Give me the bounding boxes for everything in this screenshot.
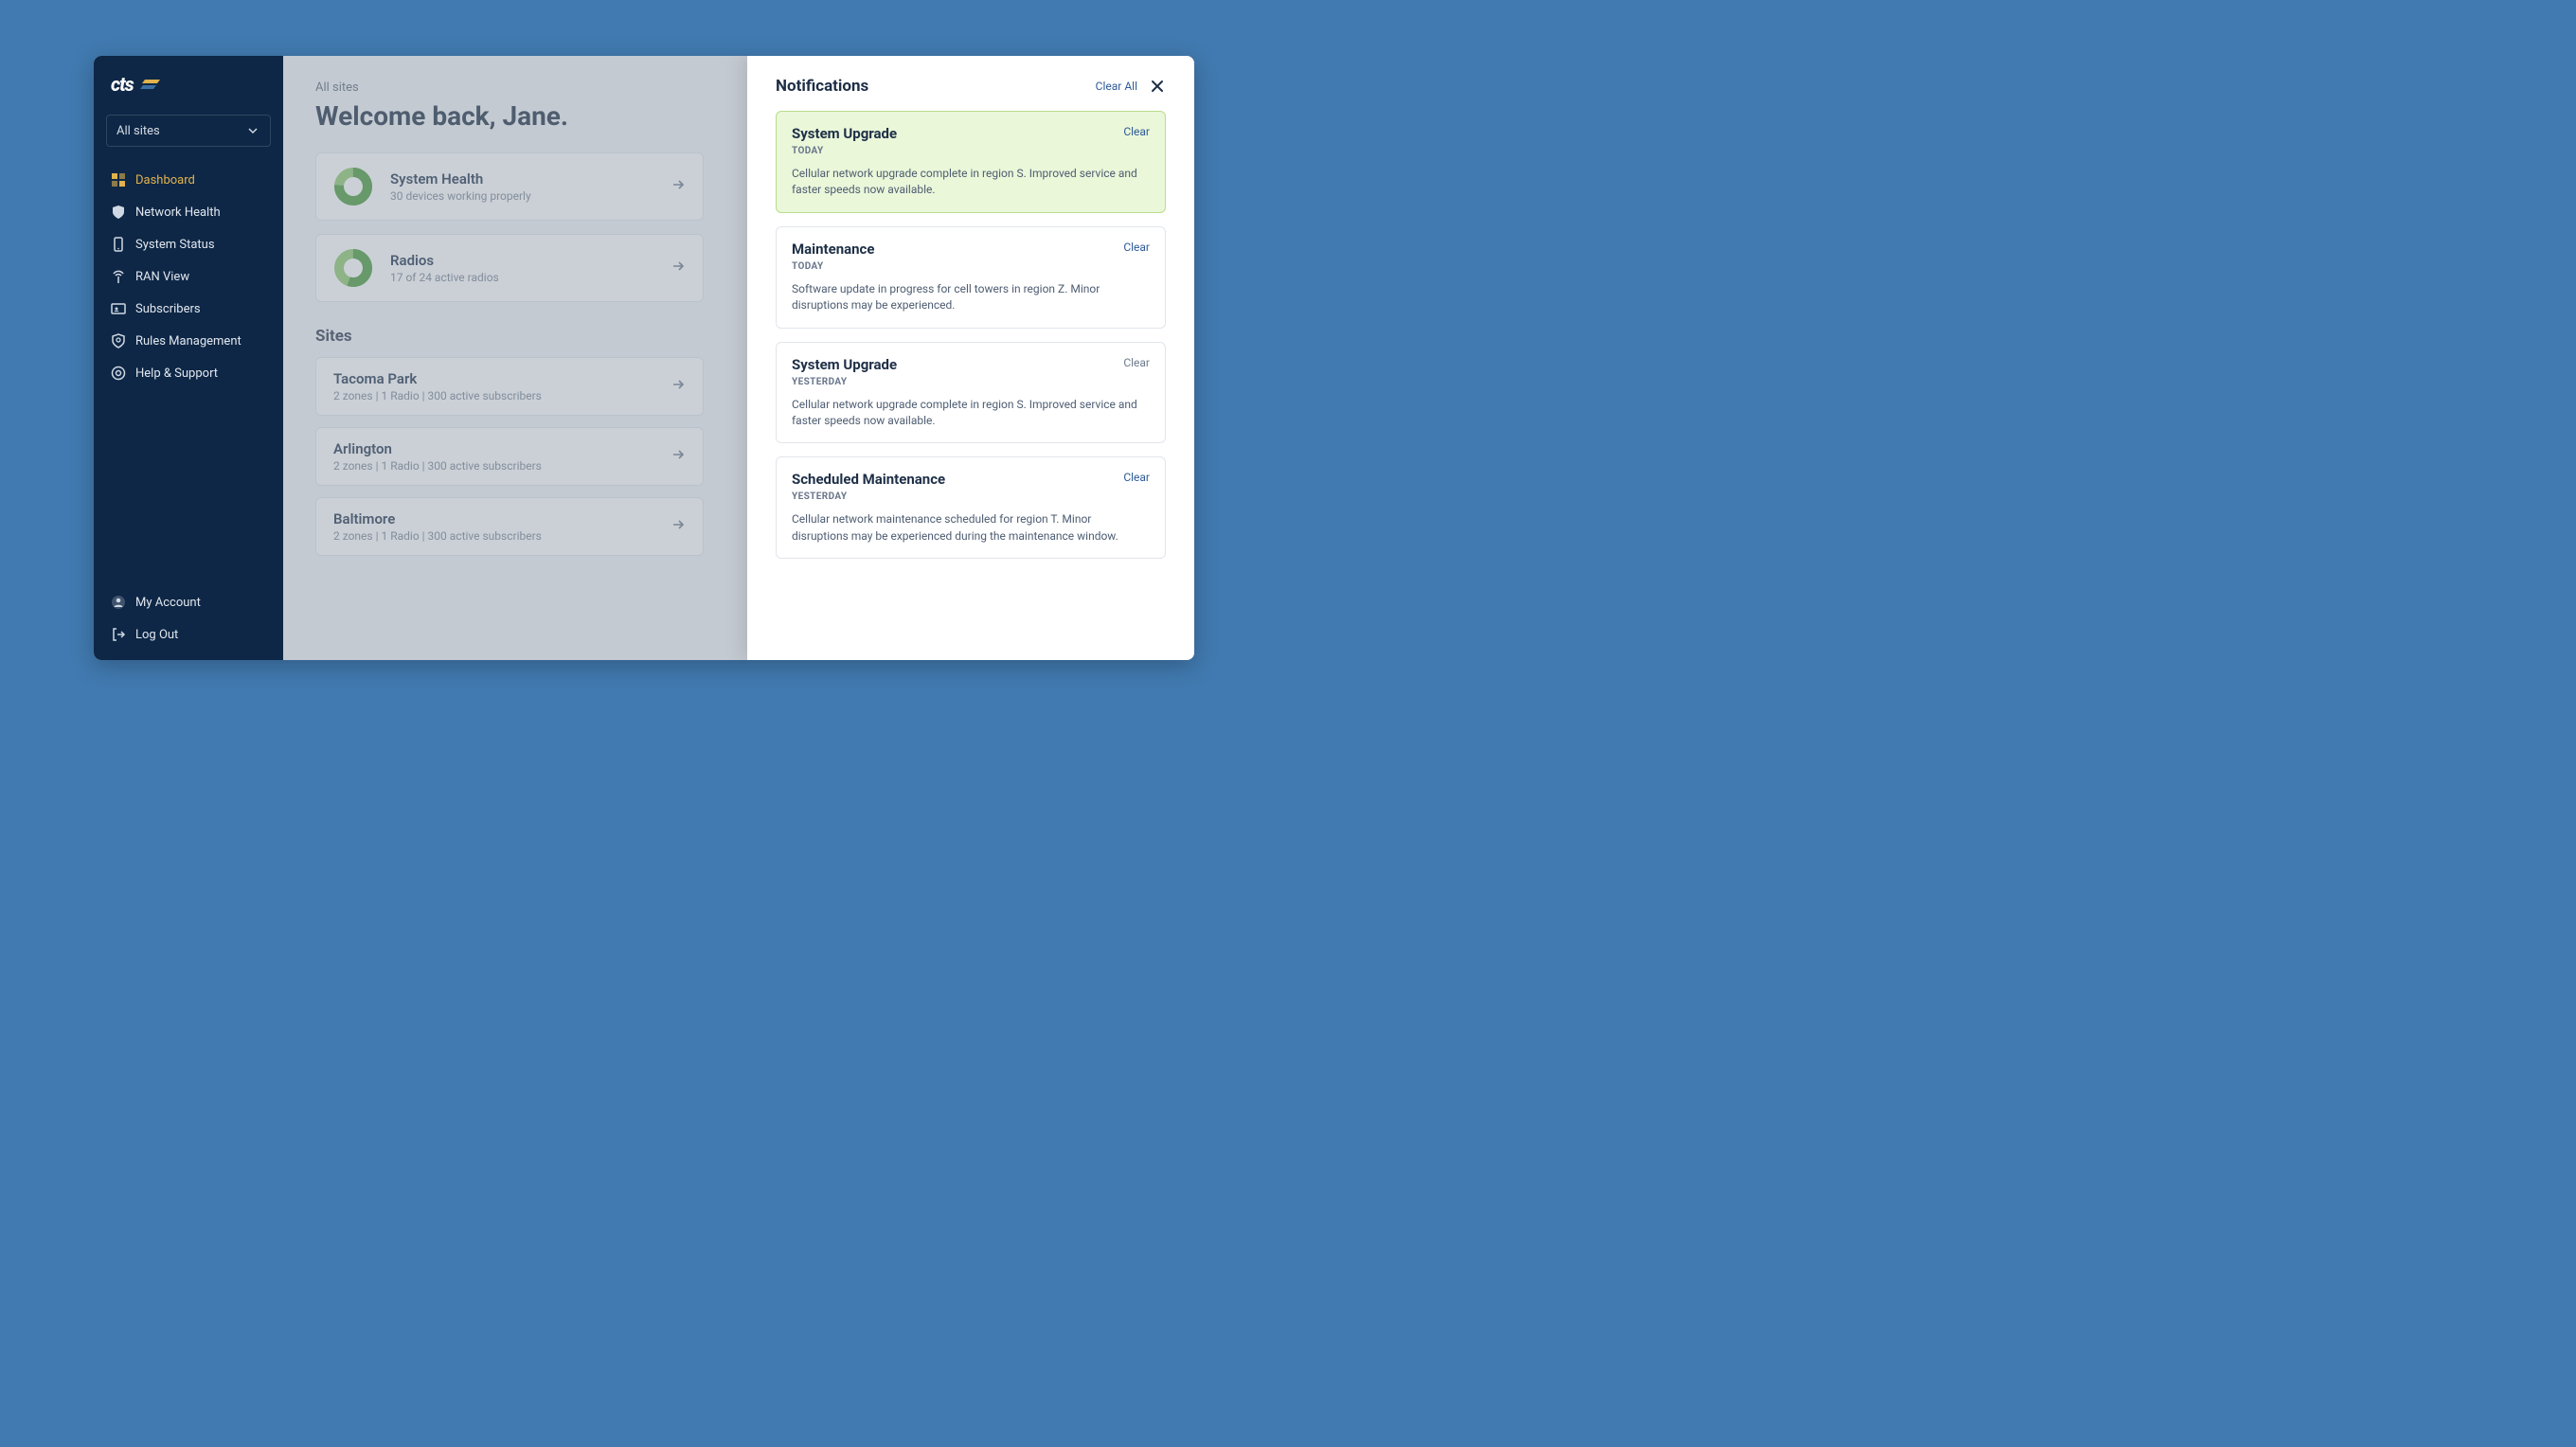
clear-all-button[interactable]: Clear All bbox=[1096, 80, 1137, 93]
nav-item-dashboard[interactable]: Dashboard bbox=[106, 164, 271, 196]
nav-label: Rules Management bbox=[135, 334, 242, 348]
notification-card: Scheduled MaintenanceClear YESTERDAY Cellu… bbox=[776, 456, 1166, 559]
site-selector-label: All sites bbox=[116, 124, 160, 138]
nav-label: Help & Support bbox=[135, 366, 218, 381]
footer-item-log-out[interactable]: Log Out bbox=[106, 618, 271, 651]
nav-label: Dashboard bbox=[135, 173, 195, 188]
site-row-tacoma-park[interactable]: Tacoma Park 2 zones | 1 Radio | 300 activ… bbox=[315, 357, 704, 416]
card-subtitle: 30 devices working properly bbox=[390, 189, 653, 203]
site-title: Baltimore bbox=[333, 510, 671, 527]
site-subtitle: 2 zones | 1 Radio | 300 active subscribe… bbox=[333, 389, 671, 402]
notification-title: System Upgrade bbox=[792, 356, 1123, 373]
site-title: Arlington bbox=[333, 440, 671, 457]
notification-clear-button[interactable]: Clear bbox=[1123, 241, 1150, 254]
notification-timestamp: TODAY bbox=[792, 261, 1150, 272]
arrow-right-icon bbox=[671, 177, 686, 196]
sidebar-footer: My Account Log Out bbox=[106, 586, 271, 651]
notification-timestamp: YESTERDAY bbox=[792, 491, 1150, 502]
antenna-icon bbox=[111, 269, 126, 284]
help-icon bbox=[111, 366, 126, 381]
arrow-right-icon bbox=[671, 517, 686, 536]
nav-label: RAN View bbox=[135, 270, 189, 284]
footer-label: My Account bbox=[135, 596, 201, 610]
card-title: Radios bbox=[390, 252, 653, 269]
notification-body: Software update in progress for cell tow… bbox=[792, 281, 1150, 314]
svg-text:cts: cts bbox=[111, 75, 134, 96]
site-title: Tacoma Park bbox=[333, 370, 671, 387]
donut-chart-icon bbox=[333, 167, 373, 206]
logout-icon bbox=[111, 627, 126, 642]
notifications-title: Notifications bbox=[776, 77, 1096, 96]
notification-body: Cellular network maintenance scheduled f… bbox=[792, 511, 1150, 545]
notification-body: Cellular network upgrade complete in reg… bbox=[792, 166, 1150, 199]
notification-title: System Upgrade bbox=[792, 125, 1123, 142]
site-row-arlington[interactable]: Arlington 2 zones | 1 Radio | 300 active … bbox=[315, 427, 704, 486]
notification-clear-button[interactable]: Clear bbox=[1123, 471, 1150, 484]
footer-item-my-account[interactable]: My Account bbox=[106, 586, 271, 618]
notification-timestamp: YESTERDAY bbox=[792, 377, 1150, 387]
close-icon[interactable] bbox=[1149, 78, 1166, 95]
nav-item-ran-view[interactable]: RAN View bbox=[106, 260, 271, 293]
arrow-right-icon bbox=[671, 377, 686, 396]
notification-card: System UpgradeClear TODAY Cellular network… bbox=[776, 111, 1166, 213]
card-title: System Health bbox=[390, 170, 653, 188]
nav-label: System Status bbox=[135, 238, 215, 252]
settings-shield-icon bbox=[111, 333, 126, 348]
notification-clear-button[interactable]: Clear bbox=[1123, 356, 1150, 369]
chevron-down-icon bbox=[245, 123, 260, 138]
arrow-right-icon bbox=[671, 259, 686, 277]
notification-title: Scheduled Maintenance bbox=[792, 471, 1123, 488]
site-row-baltimore[interactable]: Baltimore 2 zones | 1 Radio | 300 active … bbox=[315, 497, 704, 556]
nav-item-network-health[interactable]: Network Health bbox=[106, 196, 271, 228]
site-selector[interactable]: All sites bbox=[106, 115, 271, 147]
site-subtitle: 2 zones | 1 Radio | 300 active subscribe… bbox=[333, 459, 671, 473]
dashboard-icon bbox=[111, 172, 126, 188]
notification-timestamp: TODAY bbox=[792, 146, 1150, 156]
summary-card-radios[interactable]: Radios 17 of 24 active radios bbox=[315, 234, 704, 302]
card-subtitle: 17 of 24 active radios bbox=[390, 271, 653, 284]
nav-item-system-status[interactable]: System Status bbox=[106, 228, 271, 260]
nav-item-help-support[interactable]: Help & Support bbox=[106, 357, 271, 389]
notification-title: Maintenance bbox=[792, 241, 1123, 258]
site-subtitle: 2 zones | 1 Radio | 300 active subscribe… bbox=[333, 529, 671, 543]
nav-label: Network Health bbox=[135, 205, 221, 220]
notification-card: System UpgradeClear YESTERDAY Cellular net… bbox=[776, 342, 1166, 444]
app-shell: cts All sites Dashboard Network Health Sys… bbox=[94, 56, 1194, 660]
notifications-header: Notifications Clear All bbox=[776, 77, 1166, 96]
shield-icon bbox=[111, 205, 126, 220]
nav-item-subscribers[interactable]: Subscribers bbox=[106, 293, 271, 325]
nav-item-rules-management[interactable]: Rules Management bbox=[106, 325, 271, 357]
notification-clear-button[interactable]: Clear bbox=[1123, 125, 1150, 138]
mobile-icon bbox=[111, 237, 126, 252]
nav-label: Subscribers bbox=[135, 302, 201, 316]
notification-card: MaintenanceClear TODAY Software update in … bbox=[776, 226, 1166, 329]
users-icon bbox=[111, 301, 126, 316]
summary-card-system-health[interactable]: System Health30 devices working properly bbox=[315, 152, 704, 221]
nav: Dashboard Network Health System Status RAN … bbox=[106, 164, 271, 586]
footer-label: Log Out bbox=[135, 628, 178, 642]
logo: cts bbox=[111, 75, 271, 99]
account-icon bbox=[111, 595, 126, 610]
arrow-right-icon bbox=[671, 447, 686, 466]
notifications-panel: Notifications Clear All System UpgradeCl… bbox=[747, 56, 1194, 660]
sidebar: cts All sites Dashboard Network Health Sys… bbox=[94, 56, 283, 660]
donut-chart-icon bbox=[333, 248, 373, 288]
notification-body: Cellular network upgrade complete in reg… bbox=[792, 397, 1150, 430]
